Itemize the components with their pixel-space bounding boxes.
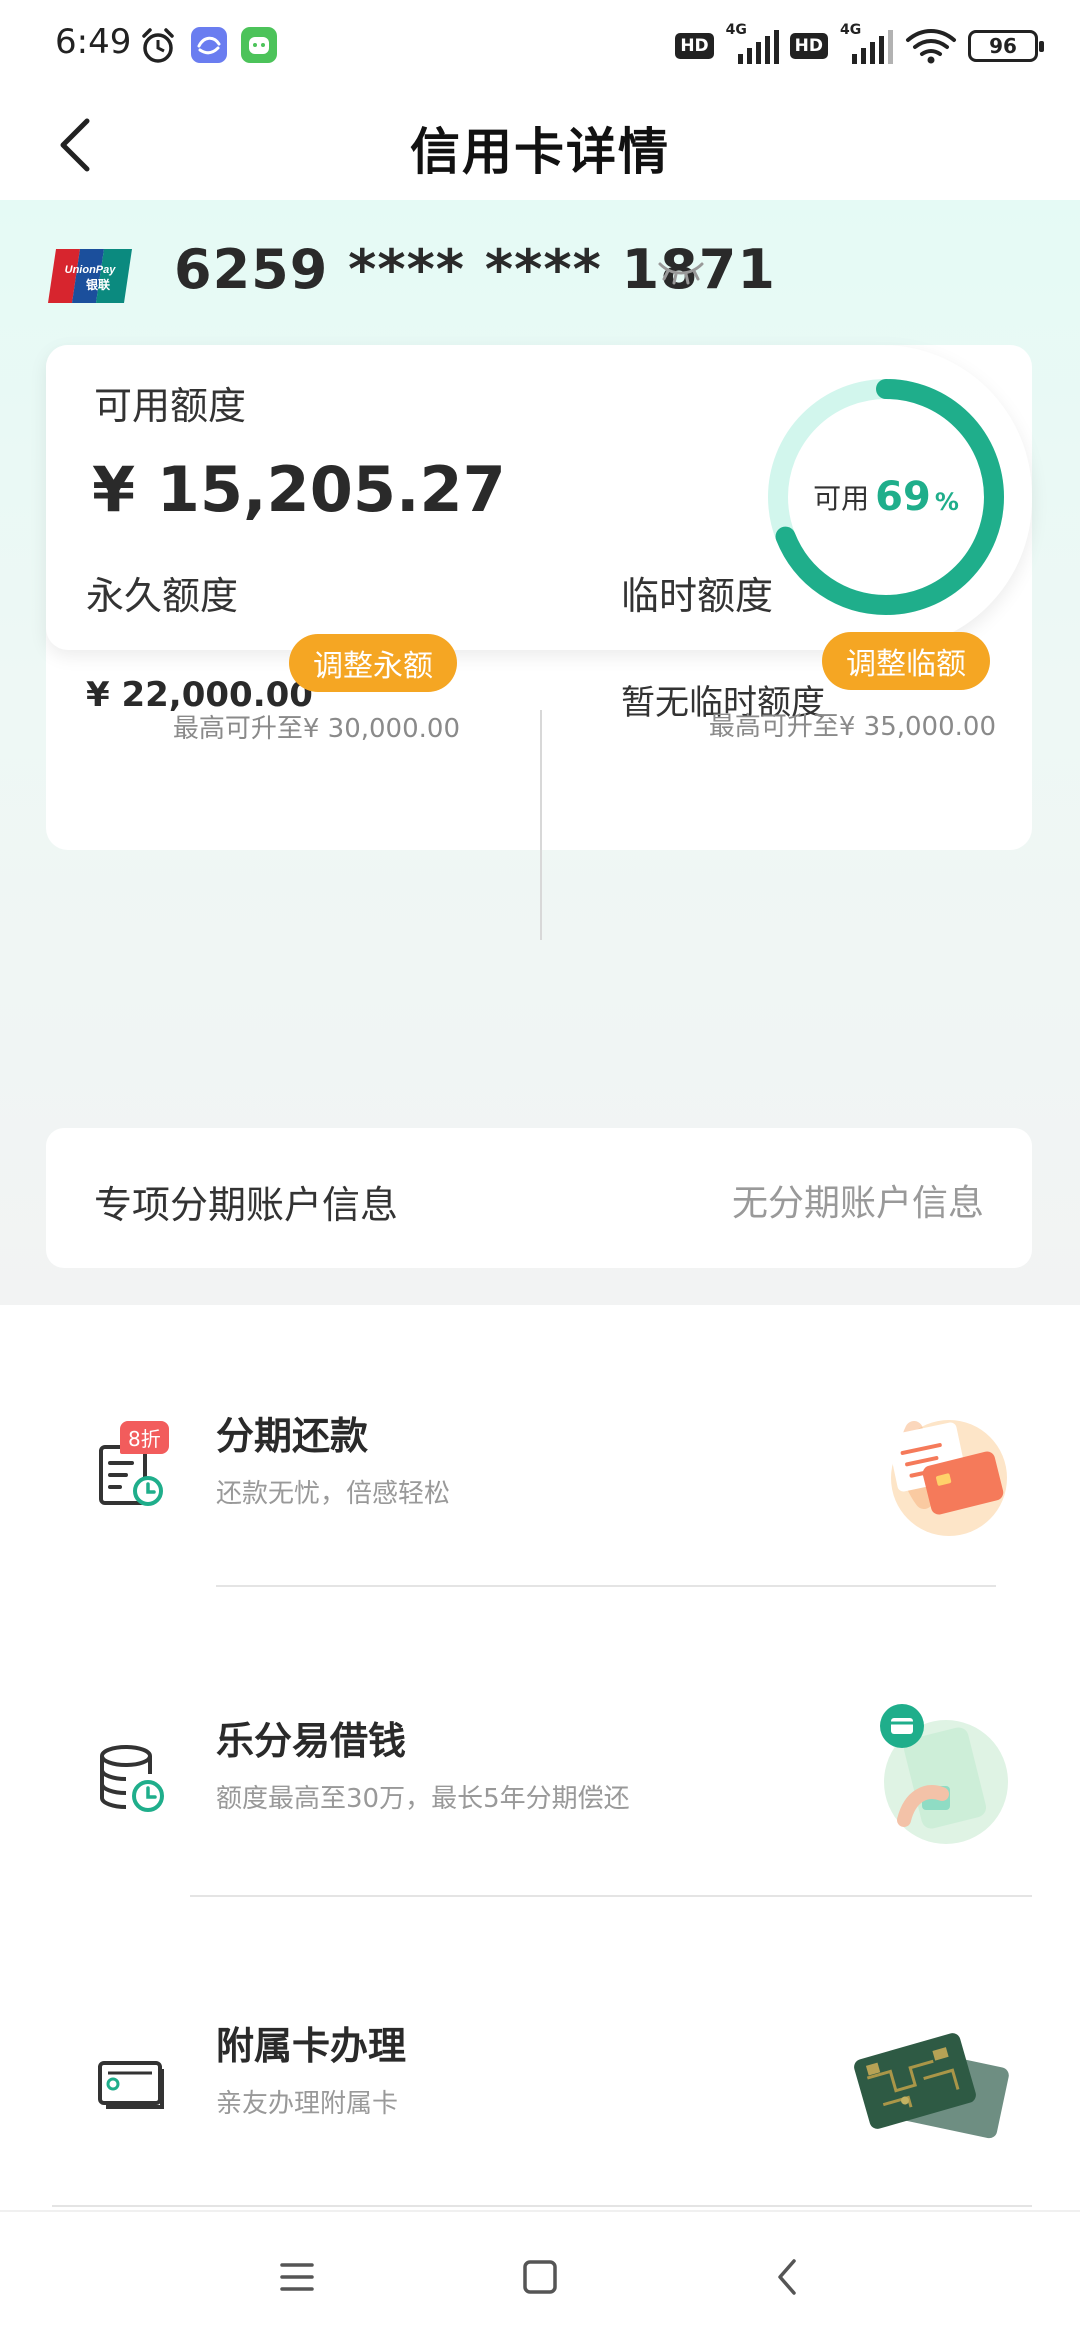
installment-account-row[interactable]: 专项分期账户信息 无分期账户信息	[46, 1128, 1032, 1268]
hide-number-eye-icon[interactable]	[656, 256, 706, 286]
app-notification-icon-2	[241, 27, 277, 63]
unionpay-logo: UnionPay 银联	[48, 249, 132, 303]
temporary-limit-title: 临时额度	[621, 574, 774, 618]
services-list: 8折 分期还款 还款无忧，倍感轻松 乐分易借钱 额度最高至30万，最长5年分期偿…	[0, 1305, 1080, 2210]
adjust-temporary-button[interactable]: 调整临额	[822, 632, 990, 690]
list-divider	[52, 2205, 1032, 2207]
list-divider	[216, 1585, 996, 1587]
service-subtitle: 还款无忧，倍感轻松	[216, 1479, 451, 1509]
system-navigation-bar	[0, 2210, 1080, 2340]
card-illustration-icon	[854, 2033, 1009, 2139]
battery-indicator: 96	[968, 30, 1044, 62]
service-title: 附属卡办理	[216, 2024, 407, 2068]
installment-illustration-icon	[887, 1420, 1007, 1536]
ring-label: 可用	[813, 482, 870, 515]
wifi-icon	[906, 29, 956, 64]
ring-percent-sign: %	[934, 488, 959, 516]
ring-percent: 69	[875, 474, 931, 520]
signal-strength-icon-2: 4G	[838, 22, 894, 66]
service-subtitle: 额度最高至30万，最长5年分期偿还	[216, 1784, 630, 1814]
svg-text:银联: 银联	[86, 277, 110, 292]
home-button[interactable]	[505, 2242, 575, 2312]
list-item-installment-repayment[interactable]: 8折 分期还款 还款无忧，倍感轻松	[0, 1305, 1080, 1610]
adjust-permanent-button[interactable]: 调整永额	[289, 634, 457, 692]
list-item-supplementary-card[interactable]: 附属卡办理 亲友办理附属卡	[0, 1915, 1080, 2220]
available-limit-amount: ¥ 15,205.27	[92, 453, 506, 526]
installment-account-value: 无分期账户信息	[731, 1183, 984, 1224]
back-icon	[778, 2259, 796, 2295]
menu-icon	[280, 2263, 314, 2291]
signal-strength-icon: 4G	[724, 22, 780, 66]
discount-badge: 8折	[120, 1421, 169, 1454]
battery-level: 96	[989, 34, 1017, 58]
hd-badge: HD	[675, 33, 714, 59]
service-title: 乐分易借钱	[216, 1719, 407, 1763]
card-icon	[98, 2061, 164, 2109]
app-notification-icon	[191, 27, 227, 63]
alarm-icon	[142, 28, 174, 63]
coin-stack-icon	[100, 1745, 164, 1812]
status-time: 6:49	[55, 22, 132, 62]
service-subtitle: 亲友办理附属卡	[216, 2089, 399, 2119]
system-back-button[interactable]	[752, 2242, 822, 2312]
card-summary-section: UnionPay 银联 6259 **** **** 1871 可用额度 ¥ 1…	[0, 200, 1080, 1305]
installment-account-label: 专项分期账户信息	[94, 1183, 399, 1227]
list-divider	[190, 1895, 1032, 1897]
page-title: 信用卡详情	[410, 123, 670, 181]
permanent-limit-title: 永久额度	[86, 574, 239, 618]
app-header: 信用卡详情	[0, 90, 1080, 200]
service-title: 分期还款	[216, 1414, 369, 1458]
status-bar: 6:49 HD 4G HD 4G 96	[0, 0, 1080, 90]
column-divider	[540, 710, 542, 940]
status-indicators: HD 4G HD 4G 96	[675, 22, 1044, 68]
borrow-illustration-icon	[880, 1704, 1008, 1844]
list-item-borrow-money[interactable]: 乐分易借钱 额度最高至30万，最长5年分期偿还	[0, 1610, 1080, 1915]
permanent-max-note: 最高可升至¥ 30,000.00	[172, 714, 460, 744]
svg-text:UnionPay: UnionPay	[65, 264, 117, 276]
available-limit-label: 可用额度	[94, 384, 247, 428]
temporary-max-note: 最高可升至¥ 35,000.00	[708, 712, 996, 742]
hd-badge-2: HD	[789, 33, 828, 59]
menu-button[interactable]	[262, 2242, 332, 2312]
home-icon	[523, 2260, 557, 2294]
